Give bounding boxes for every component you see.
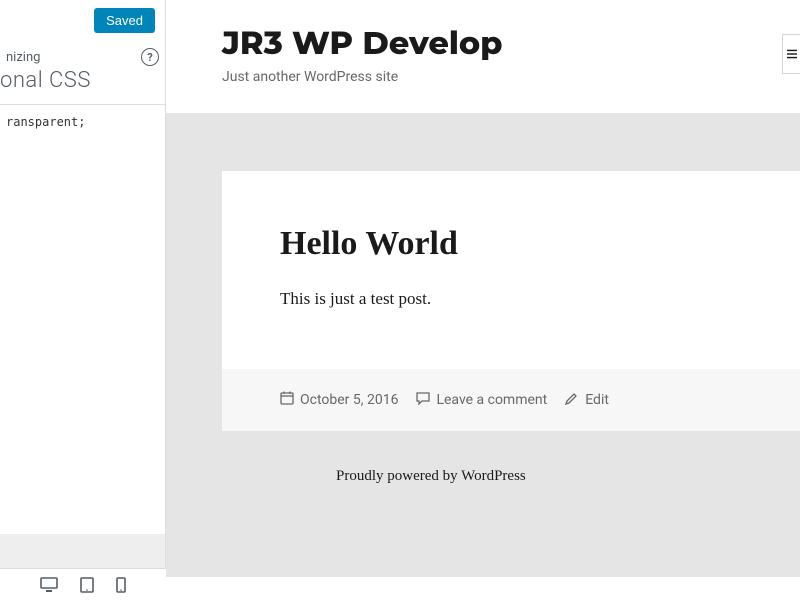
post-comments[interactable]: Leave a comment bbox=[416, 391, 547, 409]
mobile-icon[interactable] bbox=[116, 577, 126, 593]
customizer-sidebar: Saved nizing ? onal CSS ransparent; bbox=[0, 0, 166, 600]
post-date-text: October 5, 2016 bbox=[300, 392, 398, 408]
desktop-icon[interactable] bbox=[40, 577, 58, 593]
comment-icon bbox=[416, 391, 430, 409]
section-title: onal CSS bbox=[0, 68, 91, 93]
site-tagline: Just another WordPress site bbox=[222, 69, 800, 85]
css-line: ransparent; bbox=[6, 115, 159, 129]
post-meta: October 5, 2016 Leave a comment Edit bbox=[222, 369, 800, 431]
leave-comment-link[interactable]: Leave a comment bbox=[436, 392, 547, 408]
post-date: October 5, 2016 bbox=[280, 391, 398, 409]
site-footer: Proudly powered by WordPress bbox=[222, 431, 800, 523]
calendar-icon bbox=[280, 391, 294, 409]
menu-toggle[interactable] bbox=[782, 34, 800, 74]
site-preview: JR3 WP Develop Just another WordPress si… bbox=[166, 0, 800, 600]
post-edit[interactable]: Edit bbox=[565, 391, 609, 409]
breadcrumb-row: nizing ? bbox=[0, 48, 165, 66]
post-card: Hello World This is just a test post. Oc… bbox=[222, 171, 800, 431]
post-content: This is just a test post. bbox=[280, 289, 742, 309]
footer-text[interactable]: Proudly powered by WordPress bbox=[336, 468, 526, 484]
css-editor[interactable]: ransparent; bbox=[0, 104, 165, 534]
breadcrumb: nizing bbox=[6, 50, 40, 65]
sidebar-header: Saved nizing ? onal CSS bbox=[0, 0, 165, 104]
site-title[interactable]: JR3 WP Develop bbox=[222, 24, 800, 63]
help-icon[interactable]: ? bbox=[141, 48, 159, 66]
edit-link[interactable]: Edit bbox=[585, 392, 609, 408]
tablet-icon[interactable] bbox=[80, 577, 94, 593]
edit-icon bbox=[565, 391, 579, 409]
saved-button[interactable]: Saved bbox=[94, 8, 155, 33]
post-title[interactable]: Hello World bbox=[280, 225, 742, 263]
device-preview-bar bbox=[0, 568, 166, 600]
main-content: Hello World This is just a test post. Oc… bbox=[166, 113, 800, 577]
site-header: JR3 WP Develop Just another WordPress si… bbox=[166, 0, 800, 113]
